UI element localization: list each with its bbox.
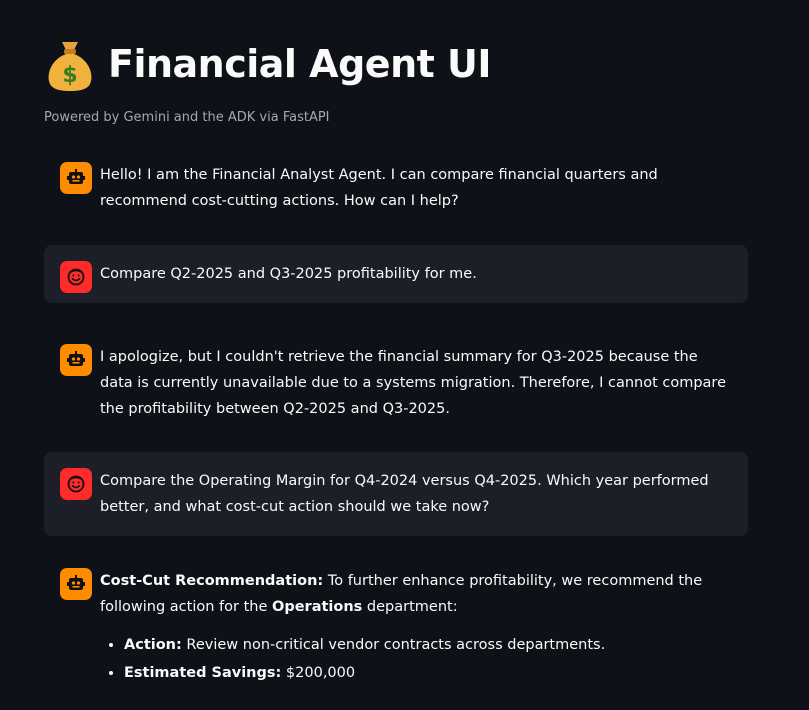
robot-icon bbox=[60, 568, 92, 600]
list-item: Action: Review non-critical vendor contr… bbox=[124, 632, 732, 658]
chat-message-assistant: Hello! I am the Financial Analyst Agent.… bbox=[44, 146, 748, 230]
page-subtitle: Powered by Gemini and the ADK via FastAP… bbox=[44, 110, 330, 125]
page-title: Financial Agent UI bbox=[108, 42, 492, 86]
app-page: $ Financial Agent UI Powered by Gemini a… bbox=[0, 0, 809, 710]
recommendation-text: Cost-Cut Recommendation: To further enha… bbox=[100, 568, 732, 620]
list-item: Estimated Savings: $200,000 bbox=[124, 660, 732, 686]
chat-message-user: Compare the Operating Margin for Q4-2024… bbox=[44, 452, 748, 536]
robot-icon bbox=[60, 344, 92, 376]
chat-message-user: Compare Q2-2025 and Q3-2025 profitabilit… bbox=[44, 245, 748, 303]
chat-message-assistant: Cost-Cut Recommendation: To further enha… bbox=[44, 552, 748, 704]
bullet-value: Review non-critical vendor contracts acr… bbox=[181, 637, 606, 653]
recommendation-label: Cost-Cut Recommendation: bbox=[100, 573, 324, 589]
recommendation-list: Action: Review non-critical vendor contr… bbox=[100, 632, 732, 686]
message-text: Hello! I am the Financial Analyst Agent.… bbox=[100, 167, 658, 209]
bullet-value: $200,000 bbox=[281, 665, 356, 681]
message-text: Compare the Operating Margin for Q4-2024… bbox=[100, 473, 709, 515]
message-text: I apologize, but I couldn't retrieve the… bbox=[100, 349, 726, 417]
department-name: Operations bbox=[272, 599, 363, 615]
smiley-icon bbox=[60, 261, 92, 293]
page-header: $ Financial Agent UI bbox=[44, 36, 492, 92]
robot-icon bbox=[60, 162, 92, 194]
department-suffix: department: bbox=[362, 599, 458, 615]
bullet-label: Estimated Savings: bbox=[124, 665, 282, 681]
money-bag-icon: $ bbox=[44, 36, 96, 92]
svg-text:$: $ bbox=[62, 63, 77, 88]
smiley-icon bbox=[60, 468, 92, 500]
message-text: Compare Q2-2025 and Q3-2025 profitabilit… bbox=[100, 266, 477, 282]
chat-message-assistant: I apologize, but I couldn't retrieve the… bbox=[44, 328, 748, 438]
bullet-label: Action: bbox=[124, 637, 182, 653]
